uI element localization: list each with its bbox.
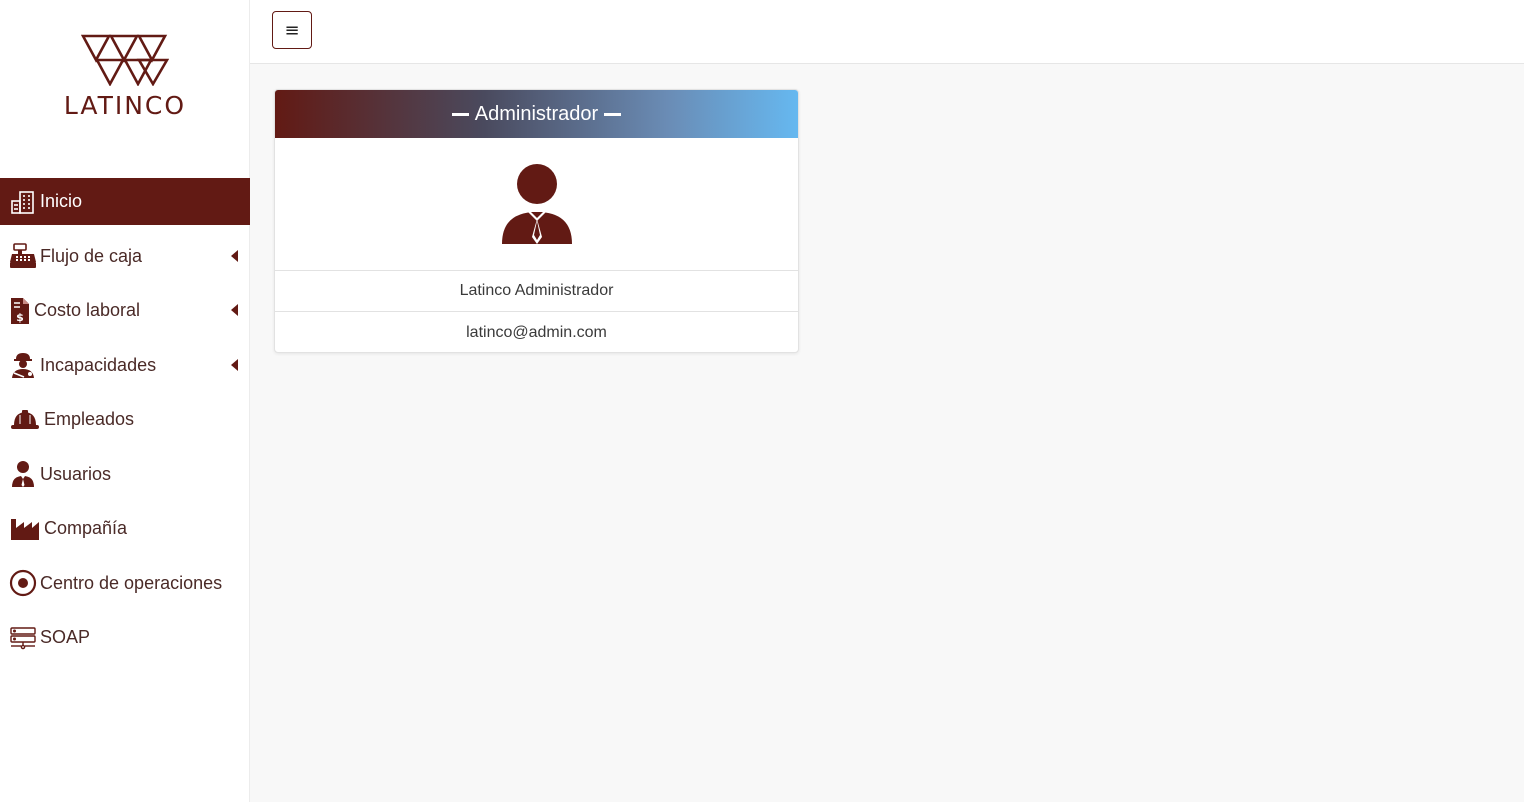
sidebar-item-label: Incapacidades (40, 354, 157, 375)
svg-text:$: $ (16, 311, 24, 324)
network-icon (9, 624, 37, 652)
factory-icon (9, 515, 41, 543)
profile-card-header: Administrador (275, 90, 798, 138)
profile-email: latinco@admin.com (466, 323, 607, 341)
profile-name: Latinco Administrador (275, 271, 798, 312)
sidebar-item-empleados[interactable]: Empleados (0, 396, 250, 443)
building-icon (9, 188, 37, 216)
sidebar-item-incapacidades[interactable]: Incapacidades (0, 342, 250, 389)
caret-left-icon[interactable] (231, 358, 238, 371)
brand-name: LATINCO (63, 91, 187, 120)
brand-logo[interactable]: LATINCO (55, 34, 195, 130)
menu-toggle-button[interactable]: ≡ (272, 11, 312, 49)
profile-card: Administrador Latinco Administrador lati… (274, 89, 799, 353)
sidebar-item-usuarios[interactable]: Usuarios (0, 451, 250, 498)
sidebar-item-label: SOAP (40, 627, 91, 647)
cash-register-icon (9, 242, 37, 270)
invoice-dollar-icon: $ (9, 297, 31, 325)
profile-card-title: Administrador (474, 102, 599, 125)
sidebar-item-label: Inicio (40, 191, 83, 211)
caret-left-icon[interactable] (231, 304, 238, 316)
sidebar-item-inicio[interactable]: Inicio (0, 178, 250, 225)
sidebar-item-label: Centro de operaciones (40, 572, 223, 593)
sidebar-item-label: Compañía (44, 518, 128, 538)
injured-worker-icon (9, 351, 37, 379)
hamburger-icon: ≡ (284, 19, 300, 41)
dash-icon (604, 112, 622, 116)
user-tie-icon (9, 460, 37, 488)
sidebar-nav: Inicio Flujo de caja $ Costo laboral Inc… (0, 178, 250, 669)
sidebar-item-label: Usuarios (40, 463, 112, 484)
caret-left-icon[interactable] (231, 249, 238, 262)
sidebar-item-label: Empleados (44, 409, 135, 429)
user-tie-icon (501, 164, 572, 244)
dot-circle-icon (9, 569, 37, 597)
hard-hat-icon (9, 406, 41, 434)
latinco-logo-icon (81, 34, 169, 86)
sidebar-item-centro-de-operaciones[interactable]: Centro de operaciones (0, 560, 250, 607)
sidebar-item-label: Flujo de caja (40, 245, 143, 266)
sidebar-item-compania[interactable]: Compañía (0, 505, 250, 552)
sidebar: LATINCO Inicio Flujo de caja $ Costo lab… (0, 0, 250, 802)
sidebar-item-soap[interactable]: SOAP (0, 614, 250, 661)
top-bar: ≡ (250, 0, 1524, 64)
sidebar-item-label: Costo laboral (34, 300, 141, 320)
sidebar-item-flujo-de-caja[interactable]: Flujo de caja (0, 233, 250, 280)
sidebar-item-costo-laboral[interactable]: $ Costo laboral (0, 287, 250, 334)
profile-avatar (275, 138, 798, 271)
dash-icon (451, 112, 469, 116)
